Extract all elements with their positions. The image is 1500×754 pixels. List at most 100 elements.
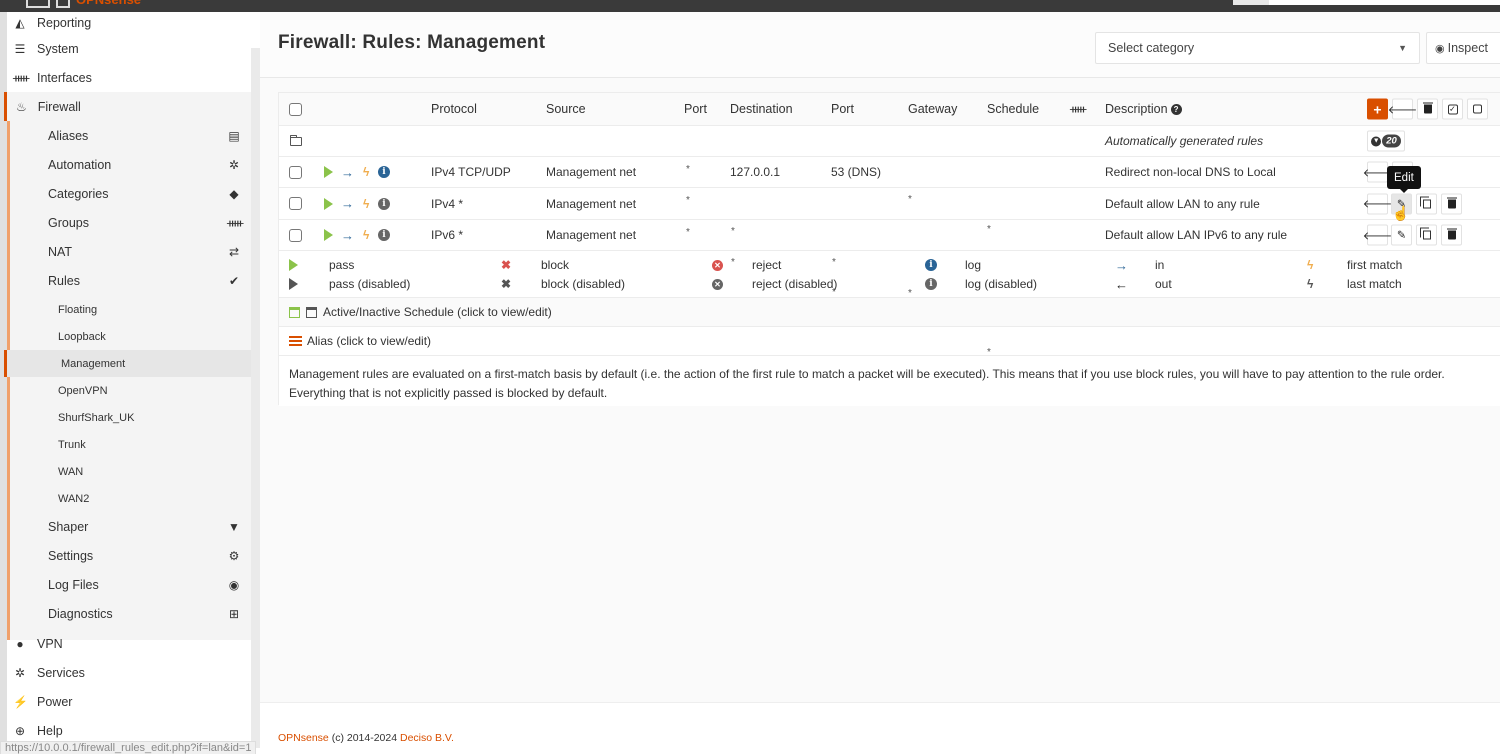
select-all-checkbox[interactable] [289, 102, 302, 116]
column-source-port[interactable]: Port [684, 93, 707, 125]
cog-icon: ✲ [14, 665, 26, 680]
sidebar-item-rules-shurfshark-uk[interactable]: ShurfShark_UK [7, 404, 251, 431]
logo-mark [56, 0, 70, 8]
column-destination-port[interactable]: Port [831, 93, 854, 125]
first-match-icon: ϟ [363, 196, 370, 211]
delete-rule-button[interactable] [1441, 224, 1462, 246]
legend: pass pass (disabled) ✖ block ✖ block (disa… [279, 251, 1500, 298]
help-icon[interactable]: ? [1170, 103, 1182, 115]
sidebar-item-system[interactable]: ☰ System [7, 34, 251, 63]
rule-source: Management net [546, 165, 637, 179]
table-row[interactable]: → ϟ i IPv4 TCP/UDP Management net * 127.… [279, 157, 1500, 235]
sidebar: ◭ Reporting ☰ System ᚔ Interfaces ♨ Fire… [0, 12, 260, 754]
column-gateway[interactable]: Gateway [908, 93, 957, 125]
clone-rule-button[interactable] [1416, 224, 1437, 246]
category-select[interactable]: Select category ▼ [1095, 32, 1420, 64]
log-disabled-icon[interactable]: i [378, 197, 390, 210]
legend-last-match: last match [1347, 277, 1402, 291]
table-row[interactable]: → ϟ i IPv4 * Management net * * * * * De… [279, 188, 1500, 330]
medkit-icon: ⊞ [228, 606, 240, 621]
sidebar-item-rules-trunk[interactable]: Trunk [7, 431, 251, 458]
sidebar-item-nat[interactable]: NAT ⇄ [7, 237, 251, 266]
row-checkbox[interactable] [289, 165, 302, 179]
delete-selected-button[interactable] [1417, 98, 1438, 120]
column-schedule[interactable]: Schedule [987, 93, 1039, 125]
pass-icon [289, 259, 298, 271]
sidebar-item-rules-floating[interactable]: Floating [7, 296, 251, 323]
check-square-icon: ✓ [1447, 104, 1458, 114]
cogs-icon: ⚙ [228, 548, 240, 563]
edit-rule-button[interactable]: ✎ [1391, 224, 1412, 246]
column-destination[interactable]: Destination [730, 93, 793, 125]
rule-destination: 127.0.0.1 [730, 165, 781, 179]
hand-cursor-icon: ☝ [1392, 205, 1410, 221]
column-source[interactable]: Source [546, 93, 586, 125]
column-description[interactable]: Description ? [1105, 93, 1182, 125]
sidebar-item-rules[interactable]: Rules ✔ [7, 266, 251, 295]
log-disabled-icon[interactable]: i [378, 229, 390, 241]
sidebar-item-groups[interactable]: Groups ᚔ [7, 208, 251, 237]
move-before-button[interactable]: 🡐 [1363, 161, 1392, 183]
inspect-button[interactable]: ◉ Inspect [1426, 32, 1500, 64]
legend-reject: reject [752, 258, 782, 272]
sidebar-item-services[interactable]: ✲ Services [7, 658, 251, 687]
search-input[interactable] [1269, 0, 1500, 5]
rule-description: Default allow LAN to any rule [1105, 196, 1260, 211]
sidebar-item-rules-loopback[interactable]: Loopback [7, 323, 251, 350]
rule-group-row[interactable]: Automatically generated rules ▼ 20 [279, 126, 1500, 157]
legend-alias: Alias (click to view/edit) [307, 334, 432, 348]
sidebar-item-label: Firewall [37, 99, 81, 114]
table-row[interactable]: → ϟ i IPv6 * Management net * * * * * De… [279, 220, 1500, 358]
move-selected-button[interactable]: 🡐 [1388, 98, 1417, 120]
legend-pass-disabled: pass (disabled) [329, 277, 411, 291]
expand-group-button[interactable]: ▼ 20 [1367, 130, 1405, 152]
sidebar-item-reporting[interactable]: ◭ Reporting [7, 8, 251, 37]
rules-info-note: Management rules are evaluated on a firs… [279, 356, 1500, 406]
row-checkbox[interactable] [289, 197, 302, 210]
sidebar-item-rules-management[interactable]: Management [4, 350, 251, 377]
sidebar-item-rules-wan2[interactable]: WAN2 [7, 485, 251, 512]
sidebar-scrollbar[interactable] [251, 48, 260, 748]
sidebar-item-automation[interactable]: Automation ✲ [7, 150, 251, 179]
column-protocol[interactable]: Protocol [431, 93, 477, 125]
sidebar-item-power[interactable]: ⚡ Power [7, 687, 251, 716]
sidebar-item-aliases[interactable]: Aliases ▤ [7, 121, 251, 150]
sidebar-item-categories[interactable]: Categories ◆ [7, 179, 251, 208]
clone-rule-button[interactable] [1416, 193, 1437, 214]
add-rule-button[interactable]: + [1367, 98, 1388, 120]
sidebar-item-diagnostics[interactable]: Diagnostics ⊞ [7, 599, 251, 628]
row-checkbox[interactable] [289, 228, 302, 242]
category-select-value: Select category [1108, 41, 1195, 55]
sidebar-item-rules-wan[interactable]: WAN [7, 458, 251, 485]
opnsense-link[interactable]: OPNsense [278, 732, 329, 744]
schedule-legend-row: Active/Inactive Schedule (click to view/… [279, 298, 1500, 327]
sidebar-item-label: Groups [48, 215, 89, 230]
move-before-button[interactable]: 🡐 [1363, 224, 1392, 246]
enable-selected-button[interactable]: ✓ [1442, 98, 1463, 120]
note-line-1: Management rules are evaluated on a firs… [289, 367, 1445, 381]
log-icon[interactable]: i [378, 166, 390, 178]
copyright-text: OPNsense (c) 2014-2024 Deciso B.V. [278, 732, 454, 744]
sidebar-item-firewall[interactable]: ♨ Firewall [4, 92, 251, 121]
sidebar-item-interfaces[interactable]: ᚔ Interfaces [7, 63, 251, 92]
delete-rule-button[interactable] [1441, 193, 1462, 214]
sidebar-item-rules-openvpn[interactable]: OpenVPN [7, 377, 251, 404]
main-content: Firewall: Rules: Management Select categ… [260, 12, 1500, 754]
move-before-button[interactable]: 🡐 [1363, 193, 1392, 214]
sidebar-item-vpn[interactable]: ● VPN [7, 629, 251, 658]
copy-icon [1419, 227, 1431, 240]
disable-selected-button[interactable] [1467, 98, 1488, 120]
logo-text[interactable]: OPNsense [76, 0, 166, 6]
chevron-down-icon: ▼ [1371, 136, 1382, 146]
sidebar-item-settings[interactable]: Settings ⚙ [7, 541, 251, 570]
sidebar-item-log-files[interactable]: Log Files ◉ [7, 570, 251, 599]
folder-icon [290, 134, 302, 146]
pass-icon[interactable] [324, 166, 333, 178]
block-icon: ✖ [501, 258, 512, 272]
reject-icon: ✕ [712, 259, 723, 271]
sidebar-item-shaper[interactable]: Shaper ▼ [7, 512, 251, 541]
legend-block-disabled: block (disabled) [541, 277, 626, 291]
pass-icon[interactable] [324, 229, 333, 241]
deciso-link[interactable]: Deciso B.V. [400, 732, 454, 744]
pass-icon[interactable] [324, 197, 333, 210]
